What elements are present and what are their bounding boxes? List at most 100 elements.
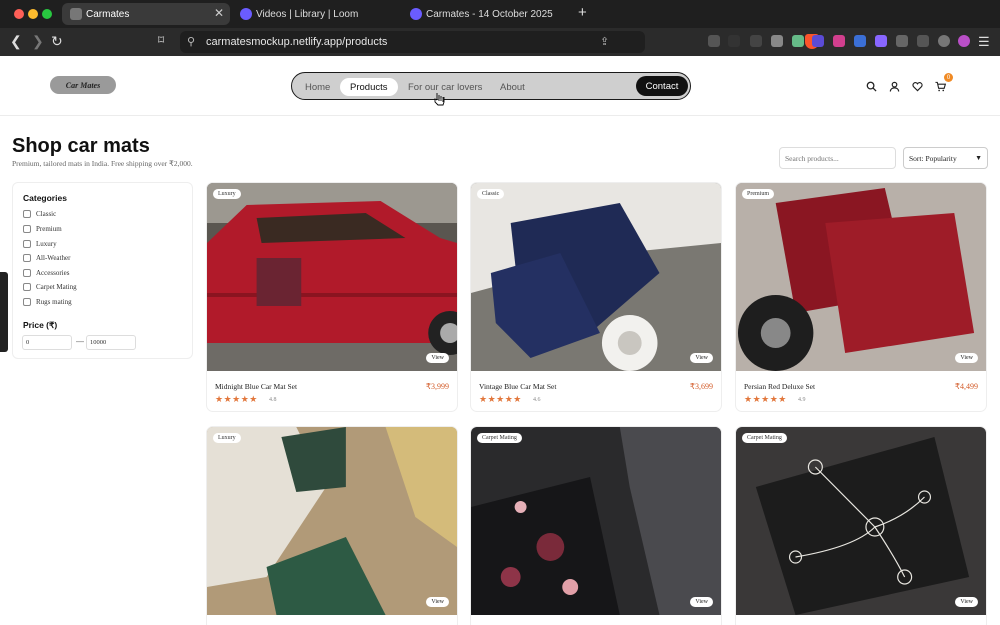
puzzle-extensions-icon[interactable] bbox=[896, 35, 908, 47]
share-icon[interactable]: ⇪ bbox=[600, 35, 609, 48]
category-carpet-mating[interactable]: Carpet Mating bbox=[23, 283, 77, 291]
view-button[interactable]: View bbox=[426, 597, 449, 607]
checkbox[interactable] bbox=[23, 283, 31, 291]
close-tab-icon[interactable]: ✕ bbox=[214, 6, 224, 20]
product-image-persian-red-mats[interactable] bbox=[736, 183, 986, 371]
product-image-white-floral-mat[interactable] bbox=[736, 427, 986, 615]
pdf-extension-icon[interactable] bbox=[792, 35, 804, 47]
main-nav: Home Products For our car lovers About C… bbox=[291, 72, 691, 100]
download-extension-icon[interactable] bbox=[833, 35, 845, 47]
extension-icon[interactable] bbox=[875, 35, 887, 47]
product-name[interactable]: Vintage Blue Car Mat Set bbox=[479, 382, 556, 391]
loom-favicon-icon bbox=[240, 8, 252, 20]
category-badge: Carpet Mating bbox=[477, 433, 522, 443]
extension-icon[interactable] bbox=[728, 35, 740, 47]
product-image-green-mats[interactable] bbox=[207, 427, 457, 615]
category-accessories[interactable]: Accessories bbox=[23, 269, 69, 277]
product-price: ₹3,999 bbox=[425, 382, 449, 391]
product-card[interactable]: Classic View Vintage Blue Car Mat Set ₹3… bbox=[470, 182, 722, 412]
page-subtitle: Premium, tailored mats in India. Free sh… bbox=[12, 159, 193, 168]
view-button[interactable]: View bbox=[690, 597, 713, 607]
product-card[interactable]: Luxury View bbox=[206, 426, 458, 625]
product-name[interactable]: Persian Red Deluxe Set bbox=[744, 382, 815, 391]
view-button[interactable]: View bbox=[690, 353, 713, 363]
close-window-button[interactable] bbox=[14, 9, 24, 19]
product-card[interactable]: Carpet Mating View bbox=[735, 426, 987, 625]
price-heading: Price (₹) bbox=[23, 320, 58, 330]
tab-title: Carmates - 14 October 2025 bbox=[426, 8, 553, 20]
new-tab-button[interactable]: + bbox=[578, 4, 587, 21]
price-min-input[interactable] bbox=[22, 335, 72, 350]
shield-extension-icon[interactable] bbox=[938, 35, 950, 47]
category-badge: Luxury bbox=[213, 433, 241, 443]
tab-carmates-doc[interactable]: Carmates - 14 October 2025 bbox=[402, 3, 572, 25]
extension-icon[interactable] bbox=[854, 35, 866, 47]
view-button[interactable]: View bbox=[426, 353, 449, 363]
product-card[interactable]: Carpet Mating View bbox=[470, 426, 722, 625]
price-max-input[interactable] bbox=[86, 335, 136, 350]
checkbox[interactable] bbox=[23, 254, 31, 262]
nav-about[interactable]: About bbox=[490, 78, 535, 96]
category-all-weather[interactable]: All-Weather bbox=[23, 254, 70, 262]
contact-button[interactable]: Contact bbox=[636, 76, 688, 96]
tab-loom[interactable]: Videos | Library | Loom bbox=[232, 3, 400, 25]
nav-products[interactable]: Products bbox=[340, 78, 398, 96]
chevron-down-icon: ▼ bbox=[975, 154, 982, 162]
site-logo[interactable]: Car Mates bbox=[50, 76, 116, 94]
rating-value: 4.8 bbox=[269, 397, 277, 403]
logo-text: Car Mates bbox=[65, 80, 101, 90]
star-rating-icon: ★★★★★ bbox=[744, 394, 787, 404]
product-name[interactable]: Midnight Blue Car Mat Set bbox=[215, 382, 297, 391]
category-badge: Luxury bbox=[213, 189, 241, 199]
reload-icon[interactable]: ↻ bbox=[51, 33, 63, 50]
category-classic[interactable]: Classic bbox=[23, 210, 56, 218]
checkbox[interactable] bbox=[23, 269, 31, 277]
minimize-window-button[interactable] bbox=[28, 9, 38, 19]
checkbox[interactable] bbox=[23, 210, 31, 218]
product-card[interactable]: Premium View Persian Red Deluxe Set ₹4,4… bbox=[735, 182, 987, 412]
extension-icon[interactable] bbox=[708, 35, 720, 47]
view-button[interactable]: View bbox=[955, 353, 978, 363]
forward-icon[interactable]: ❯ bbox=[32, 33, 44, 50]
url-text[interactable]: carmatesmockup.netlify.app/products bbox=[206, 36, 387, 48]
side-panel-handle[interactable] bbox=[0, 272, 8, 352]
menu-icon[interactable]: ☰ bbox=[978, 34, 990, 50]
category-luxury[interactable]: Luxury bbox=[23, 240, 57, 248]
maximize-window-button[interactable] bbox=[42, 9, 52, 19]
search-icon[interactable] bbox=[866, 81, 877, 92]
checkbox[interactable] bbox=[23, 298, 31, 306]
sort-value: Sort: Popularity bbox=[909, 153, 957, 163]
rating-value: 4.6 bbox=[533, 397, 541, 403]
checkbox[interactable] bbox=[23, 240, 31, 248]
category-rugs-mating[interactable]: Rugs mating bbox=[23, 298, 72, 306]
sort-select[interactable]: Sort: Popularity ▼ bbox=[903, 147, 988, 169]
product-price: ₹4,499 bbox=[954, 382, 978, 391]
screenshot-extension-icon[interactable] bbox=[750, 35, 762, 47]
category-label: All-Weather bbox=[36, 254, 71, 262]
site-settings-icon[interactable]: ⚲ bbox=[187, 35, 195, 48]
heart-icon[interactable] bbox=[912, 81, 923, 92]
user-icon[interactable] bbox=[889, 81, 900, 92]
view-button[interactable]: View bbox=[955, 597, 978, 607]
nav-home[interactable]: Home bbox=[295, 78, 340, 96]
camera-extension-icon[interactable] bbox=[771, 35, 783, 47]
tab-carmates[interactable]: Carmates ✕ bbox=[62, 3, 230, 25]
product-image-floral-dark-mat[interactable] bbox=[471, 427, 721, 615]
sparkle-extension-icon[interactable] bbox=[917, 35, 929, 47]
search-products-input[interactable] bbox=[779, 147, 896, 169]
category-label: Premium bbox=[36, 225, 62, 233]
category-label: Carpet Mating bbox=[36, 283, 77, 291]
address-bar[interactable]: ⚲ carmatesmockup.netlify.app/products ⇪ bbox=[180, 31, 819, 53]
filters-sidebar: Categories Classic Premium Luxury All-We… bbox=[12, 182, 193, 359]
bookmark-icon[interactable]: ⌑ bbox=[158, 33, 164, 47]
profile-avatar-icon[interactable] bbox=[958, 35, 970, 47]
cart-icon[interactable] bbox=[935, 81, 946, 92]
product-image-red-car[interactable] bbox=[207, 183, 457, 371]
star-rating-icon: ★★★★★ bbox=[215, 394, 258, 404]
product-image-blue-mats[interactable] bbox=[471, 183, 721, 371]
extension-icon[interactable] bbox=[812, 35, 824, 47]
back-icon[interactable]: ❮ bbox=[10, 33, 22, 50]
product-card[interactable]: Luxury View Midnight Blue Car Mat Set ₹3… bbox=[206, 182, 458, 412]
category-premium[interactable]: Premium bbox=[23, 225, 62, 233]
checkbox[interactable] bbox=[23, 225, 31, 233]
